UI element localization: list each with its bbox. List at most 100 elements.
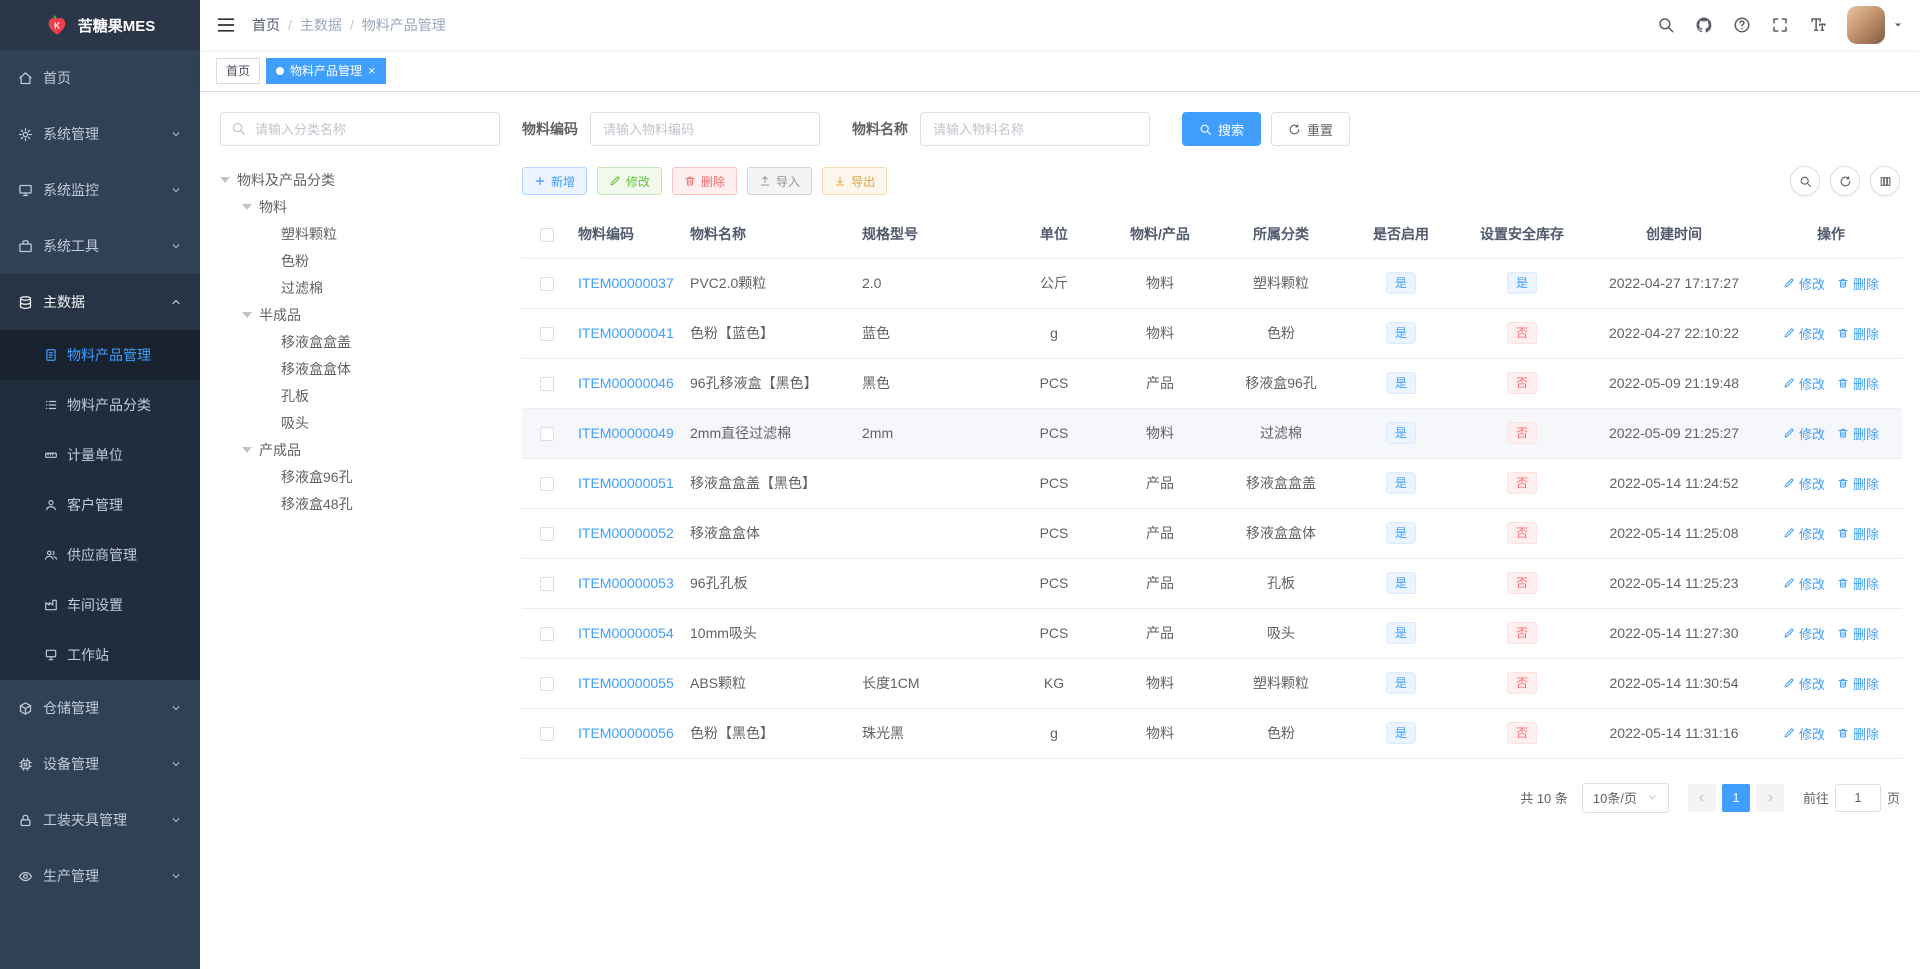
row-checkbox[interactable]	[540, 277, 554, 292]
tree-node[interactable]: 移液盒48孔	[220, 490, 500, 517]
delete-row-button[interactable]: 删除	[1837, 524, 1879, 543]
sidebar-toggle-icon[interactable]	[216, 15, 236, 35]
sidebar-subitem-material-product[interactable]: 物料产品管理	[0, 330, 200, 380]
font-size-icon[interactable]	[1809, 16, 1827, 34]
fullscreen-icon[interactable]	[1771, 16, 1789, 34]
material-code-link[interactable]: ITEM00000046	[578, 375, 674, 391]
material-code-link[interactable]: ITEM00000037	[578, 275, 674, 291]
caret-expanded-icon[interactable]	[242, 311, 252, 318]
page-size-select[interactable]: 10条/页	[1581, 782, 1669, 813]
caret-expanded-icon[interactable]	[220, 176, 230, 183]
row-checkbox[interactable]	[540, 477, 554, 492]
select-all-checkbox[interactable]	[540, 227, 554, 242]
export-button[interactable]: 导出	[822, 167, 888, 195]
sidebar-item-fixture[interactable]: 工装夹具管理	[0, 792, 200, 848]
delete-row-button[interactable]: 删除	[1837, 624, 1879, 643]
goto-page-input[interactable]	[1834, 783, 1881, 812]
row-checkbox[interactable]	[540, 377, 554, 392]
sidebar-item-master-data[interactable]: 主数据	[0, 274, 200, 330]
row-checkbox[interactable]	[540, 677, 554, 692]
delete-row-button[interactable]: 删除	[1837, 674, 1879, 693]
delete-button[interactable]: 删除	[672, 167, 738, 195]
tree-node[interactable]: 移液盒盒盖	[220, 328, 500, 355]
next-page-button[interactable]	[1755, 783, 1784, 812]
edit-row-button[interactable]: 修改	[1783, 374, 1825, 393]
sidebar-item-system-tools[interactable]: 系统工具	[0, 218, 200, 274]
prev-page-button[interactable]	[1687, 783, 1716, 812]
close-icon[interactable]: ×	[368, 64, 376, 77]
edit-row-button[interactable]: 修改	[1783, 574, 1825, 593]
tree-node[interactable]: 塑料颗粒	[220, 220, 500, 247]
tree-node[interactable]: 吸头	[220, 409, 500, 436]
tree-node[interactable]: 物料	[220, 193, 500, 220]
avatar[interactable]	[1847, 6, 1885, 44]
toggle-search-button[interactable]	[1790, 166, 1820, 196]
row-checkbox[interactable]	[540, 727, 554, 742]
caret-expanded-icon[interactable]	[242, 446, 252, 453]
delete-row-button[interactable]: 删除	[1837, 724, 1879, 743]
material-code-link[interactable]: ITEM00000055	[578, 675, 674, 691]
sidebar-item-warehouse[interactable]: 仓储管理	[0, 680, 200, 736]
caret-expanded-icon[interactable]	[242, 203, 252, 210]
material-code-link[interactable]: ITEM00000052	[578, 525, 674, 541]
tree-node[interactable]: 物料及产品分类	[220, 166, 500, 193]
sidebar-subitem-workshop[interactable]: 车间设置	[0, 580, 200, 630]
sidebar-subitem-measure-unit[interactable]: 计量单位	[0, 430, 200, 480]
reset-button[interactable]: 重置	[1271, 112, 1351, 146]
sidebar-subitem-customer[interactable]: 客户管理	[0, 480, 200, 530]
row-checkbox[interactable]	[540, 327, 554, 342]
delete-row-button[interactable]: 删除	[1837, 374, 1879, 393]
sidebar-subitem-supplier[interactable]: 供应商管理	[0, 530, 200, 580]
edit-row-button[interactable]: 修改	[1783, 624, 1825, 643]
github-icon[interactable]	[1695, 16, 1713, 34]
row-checkbox[interactable]	[540, 577, 554, 592]
refresh-button[interactable]	[1830, 166, 1860, 196]
import-button[interactable]: 导入	[747, 167, 813, 195]
sidebar-item-system-monitor[interactable]: 系统监控	[0, 162, 200, 218]
sidebar-item-system-mgmt[interactable]: 系统管理	[0, 106, 200, 162]
material-code-link[interactable]: ITEM00000041	[578, 325, 674, 341]
row-checkbox[interactable]	[540, 627, 554, 642]
delete-row-button[interactable]: 删除	[1837, 274, 1879, 293]
tree-node[interactable]: 半成品	[220, 301, 500, 328]
user-menu[interactable]	[1847, 6, 1904, 44]
material-code-input[interactable]	[590, 112, 820, 146]
columns-button[interactable]	[1870, 166, 1900, 196]
sidebar-item-home[interactable]: 首页	[0, 50, 200, 106]
sidebar-item-production[interactable]: 生产管理	[0, 848, 200, 904]
tree-node[interactable]: 移液盒盒体	[220, 355, 500, 382]
delete-row-button[interactable]: 删除	[1837, 574, 1879, 593]
material-code-link[interactable]: ITEM00000051	[578, 475, 674, 491]
material-code-link[interactable]: ITEM00000053	[578, 575, 674, 591]
tree-node[interactable]: 孔板	[220, 382, 500, 409]
edit-button[interactable]: 修改	[597, 167, 663, 195]
tree-node[interactable]: 产成品	[220, 436, 500, 463]
delete-row-button[interactable]: 删除	[1837, 474, 1879, 493]
category-search-input[interactable]	[220, 112, 500, 146]
search-button[interactable]: 搜索	[1182, 112, 1262, 146]
sidebar-subitem-workstation[interactable]: 工作站	[0, 630, 200, 680]
edit-row-button[interactable]: 修改	[1783, 424, 1825, 443]
edit-row-button[interactable]: 修改	[1783, 524, 1825, 543]
tree-node[interactable]: 色粉	[220, 247, 500, 274]
search-icon[interactable]	[1657, 16, 1675, 34]
material-code-link[interactable]: ITEM00000054	[578, 625, 674, 641]
delete-row-button[interactable]: 删除	[1837, 324, 1879, 343]
row-checkbox[interactable]	[540, 527, 554, 542]
row-checkbox[interactable]	[540, 427, 554, 442]
delete-row-button[interactable]: 删除	[1837, 424, 1879, 443]
edit-row-button[interactable]: 修改	[1783, 274, 1825, 293]
edit-row-button[interactable]: 修改	[1783, 324, 1825, 343]
add-button[interactable]: 新增	[522, 167, 588, 195]
material-name-input[interactable]	[920, 112, 1150, 146]
material-code-link[interactable]: ITEM00000056	[578, 725, 674, 741]
edit-row-button[interactable]: 修改	[1783, 724, 1825, 743]
material-code-link[interactable]: ITEM00000049	[578, 425, 674, 441]
tree-node[interactable]: 移液盒96孔	[220, 463, 500, 490]
tree-node[interactable]: 过滤棉	[220, 274, 500, 301]
sidebar-item-equipment[interactable]: 设备管理	[0, 736, 200, 792]
tab-material-product[interactable]: 物料产品管理 ×	[266, 57, 386, 84]
edit-row-button[interactable]: 修改	[1783, 674, 1825, 693]
sidebar-subitem-material-category[interactable]: 物料产品分类	[0, 380, 200, 430]
question-icon[interactable]	[1733, 16, 1751, 34]
